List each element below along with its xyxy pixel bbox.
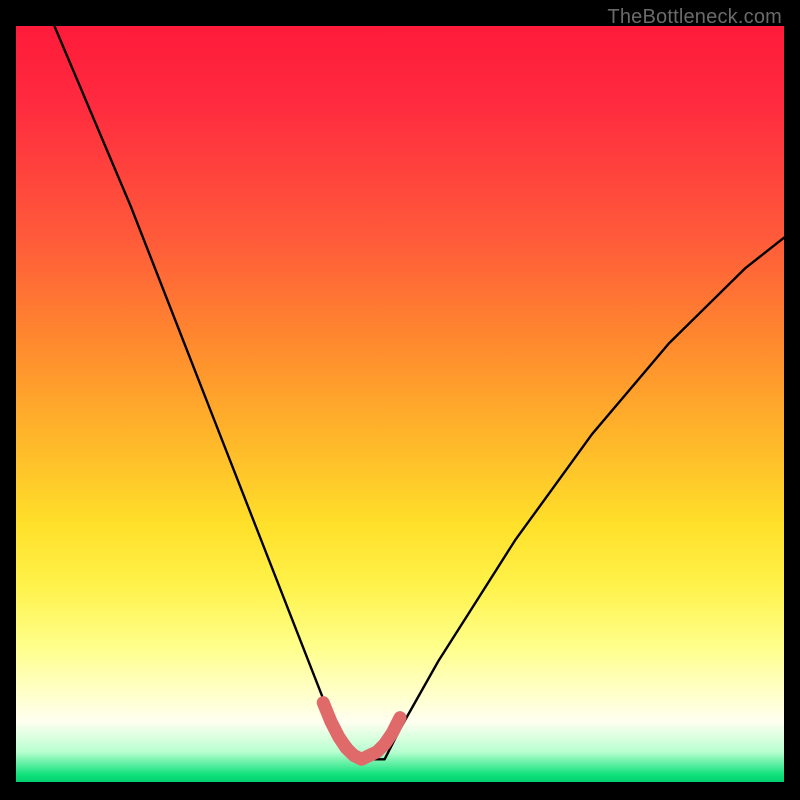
plot-area (16, 26, 784, 782)
curve-group (54, 26, 784, 759)
watermark-label: TheBottleneck.com (607, 6, 782, 29)
bottleneck-curve-path (54, 26, 784, 759)
chart-frame: TheBottleneck.com (0, 0, 800, 800)
bottleneck-curve-svg (16, 26, 784, 782)
